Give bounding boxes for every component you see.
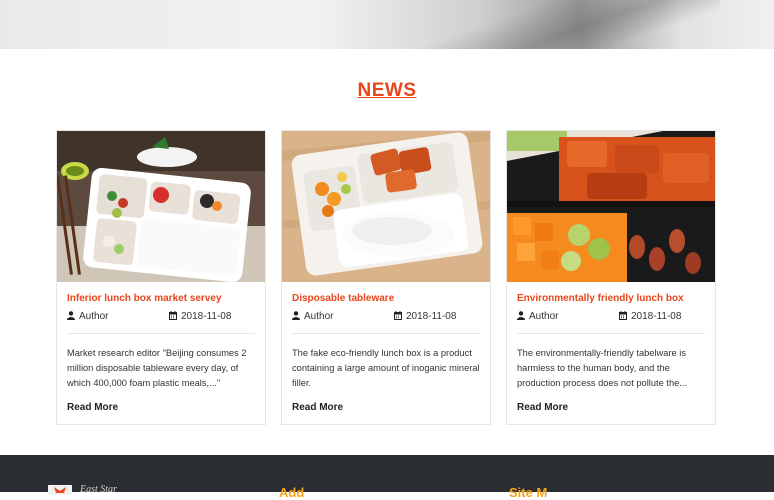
footer-sitemap-heading: Site M	[509, 485, 548, 500]
calendar-icon	[394, 311, 402, 320]
news-card-image	[507, 131, 715, 282]
read-more-link[interactable]: Read More	[517, 402, 568, 413]
news-card-date: 2018-11-08	[394, 311, 456, 322]
news-card[interactable]: Inferior lunch box market servey Author …	[56, 130, 266, 425]
news-card-author: Author	[292, 311, 333, 322]
news-card[interactable]: Disposable tableware Author 2018-11-08 T…	[281, 130, 491, 425]
news-card-image	[57, 131, 265, 282]
brand-logo-icon[interactable]	[48, 485, 72, 495]
site-footer: East Star Add Site M	[0, 455, 774, 500]
news-card-date: 2018-11-08	[169, 311, 231, 322]
news-card-excerpt: The environmentally-friendly tabelware i…	[517, 348, 688, 388]
user-icon	[67, 311, 75, 320]
user-icon	[292, 311, 300, 320]
news-card-excerpt: Market research editor "Beijing consumes…	[67, 348, 247, 388]
news-card-author: Author	[517, 311, 558, 322]
calendar-icon	[619, 311, 627, 320]
divider	[517, 333, 705, 334]
news-card-image	[282, 131, 490, 282]
news-card-author: Author	[67, 311, 108, 322]
news-card-excerpt: The fake eco-friendly lunch box is a pro…	[292, 348, 480, 388]
news-card-title[interactable]: Environmentally friendly lunch box	[517, 293, 684, 304]
read-more-link[interactable]: Read More	[292, 402, 343, 413]
news-card-title[interactable]: Inferior lunch box market servey	[67, 293, 222, 304]
footer-brand[interactable]: East Star	[80, 484, 117, 495]
divider	[67, 333, 255, 334]
footer-address-heading: Add	[279, 485, 305, 500]
section-title: NEWS	[357, 80, 417, 101]
divider	[292, 333, 480, 334]
user-icon	[517, 311, 525, 320]
news-card-date: 2018-11-08	[619, 311, 681, 322]
calendar-icon	[169, 311, 177, 320]
read-more-link[interactable]: Read More	[67, 402, 118, 413]
news-card-title[interactable]: Disposable tableware	[292, 293, 394, 304]
news-card[interactable]: Environmentally friendly lunch box Autho…	[506, 130, 716, 425]
hero-banner-image	[0, 0, 774, 49]
